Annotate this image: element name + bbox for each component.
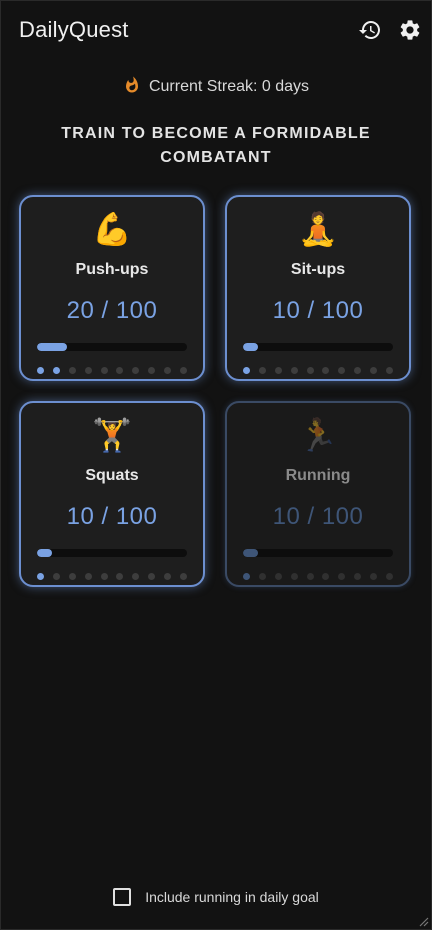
progress-dot [290, 573, 298, 580]
progress-dot [322, 573, 330, 580]
history-button[interactable] [358, 18, 382, 42]
progress-dot [148, 367, 156, 374]
progress-dot [68, 367, 76, 374]
app-window: DailyQuest Current Streak: 0 days TRAIN … [0, 0, 432, 930]
progress-dot [274, 367, 282, 374]
include-running-checkbox[interactable] [113, 888, 132, 906]
streak-text: Current Streak: 0 days [148, 78, 310, 95]
progress-dots [37, 573, 187, 581]
progress-dot [274, 573, 282, 580]
progress-dot [52, 367, 60, 374]
gear-icon [400, 20, 420, 40]
app-bar: DailyQuest [1, 1, 431, 59]
progress-dot [243, 573, 250, 580]
progress-dot [37, 367, 44, 374]
exercise-card-running[interactable]: 🏃 Running 10 / 100 [225, 401, 411, 587]
exercise-name: Push-ups [75, 261, 149, 278]
progress-dots [243, 573, 393, 581]
progress-dot [290, 367, 298, 374]
progress-dot [100, 573, 108, 580]
progress-bar [243, 549, 393, 557]
exercise-count: 10 / 100 [272, 297, 364, 324]
progress-bar [243, 343, 393, 351]
exercise-card-sit-ups[interactable]: 🧘 Sit-ups 10 / 100 [225, 195, 411, 381]
progress-dot [52, 573, 60, 580]
progress-dots [243, 367, 393, 375]
progress-dot [243, 367, 250, 374]
progress-bar [37, 343, 187, 351]
progress-dot [132, 367, 140, 374]
progress-dot [164, 367, 171, 374]
exercise-count: 20 / 100 [66, 297, 158, 324]
progress-dot [164, 573, 171, 580]
progress-bar-fill [243, 343, 258, 351]
progress-dot [116, 573, 124, 580]
flame-icon [123, 75, 141, 100]
progress-bar-fill [37, 343, 67, 351]
app-title: DailyQuest [19, 17, 129, 42]
progress-dot [322, 367, 330, 374]
meditation-icon: 🧘 [298, 211, 338, 247]
progress-dot [179, 573, 187, 580]
exercise-name: Running [285, 467, 351, 484]
progress-dot [338, 573, 346, 580]
progress-dots [37, 367, 187, 375]
progress-dot [132, 573, 140, 580]
progress-dot [258, 573, 266, 580]
progress-dot [84, 367, 92, 374]
flexed-biceps-icon: 💪 [92, 211, 132, 247]
progress-dot [370, 367, 377, 374]
exercise-count: 10 / 100 [272, 503, 364, 530]
progress-dot [385, 573, 393, 580]
exercise-count: 10 / 100 [66, 503, 158, 530]
progress-dot [354, 367, 362, 374]
progress-dot [37, 573, 44, 580]
progress-dot [84, 573, 92, 580]
progress-dot [385, 367, 393, 374]
progress-dot [306, 573, 314, 580]
weightlifter-icon: 🏋 [92, 417, 132, 453]
progress-dot [258, 367, 266, 374]
motto-heading: TRAIN TO BECOME A FORMIDABLE COMBATANT [61, 125, 371, 166]
progress-dot [306, 367, 314, 374]
progress-dot [148, 573, 156, 580]
include-running-label[interactable]: Include running in daily goal [145, 889, 319, 905]
exercise-name: Squats [85, 467, 139, 484]
exercise-card-push-ups[interactable]: 💪 Push-ups 20 / 100 [19, 195, 205, 381]
progress-dot [179, 367, 187, 374]
progress-bar-fill [37, 549, 52, 557]
progress-dot [338, 367, 346, 374]
progress-dot [116, 367, 124, 374]
settings-button[interactable] [398, 18, 422, 42]
history-icon [359, 21, 380, 39]
resize-grip-icon[interactable] [417, 915, 429, 927]
running-goal-option: Include running in daily goal [1, 887, 431, 907]
exercise-card-squats[interactable]: 🏋 Squats 10 / 100 [19, 401, 205, 587]
progress-dot [370, 573, 377, 580]
progress-bar-fill [243, 549, 258, 557]
progress-dot [68, 573, 76, 580]
streak-indicator: Current Streak: 0 days [1, 75, 431, 99]
progress-dot [100, 367, 108, 374]
progress-dot [354, 573, 362, 580]
progress-bar [37, 549, 187, 557]
exercise-name: Sit-ups [290, 261, 346, 278]
runner-icon: 🏃 [298, 417, 338, 453]
